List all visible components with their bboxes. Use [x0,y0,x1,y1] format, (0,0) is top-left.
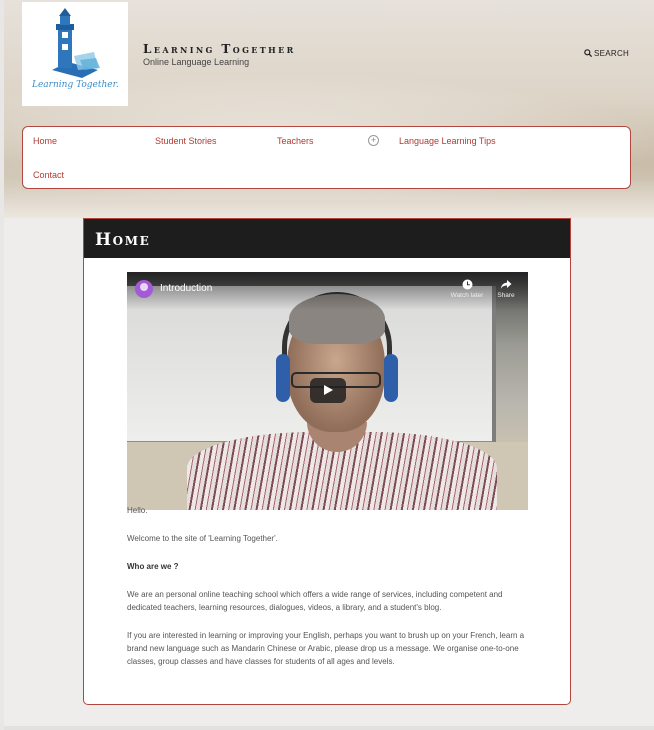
paragraph-about: We are an personal online teaching schoo… [127,590,503,612]
share-label: Share [497,292,515,299]
site-title[interactable]: Learning Together [143,42,296,56]
main-navigation: Home Student Stories Teachers + Language… [22,126,631,189]
watch-later-label: Watch later [450,292,484,299]
video-player[interactable]: Introduction Watch later Share [127,272,528,510]
paragraph-welcome: Welcome to the site of 'Learning Togethe… [127,534,278,543]
content-area: Home Introduction Watch later Share Hell… [83,218,571,705]
site-tagline: Online Language Learning [143,57,250,67]
headphones-left [276,354,290,402]
nav-item-student-stories[interactable]: Student Stories [155,136,217,146]
share-button[interactable]: Share [492,279,520,299]
nav-item-teachers[interactable]: Teachers [277,136,314,146]
channel-avatar-icon[interactable] [135,280,153,298]
nav-item-home[interactable]: Home [33,136,57,146]
heading-who-are-we: Who are we ? [127,562,179,571]
share-arrow-icon [500,280,512,289]
page-title-bar: Home [84,219,570,258]
video-title[interactable]: Introduction [160,283,212,294]
lighthouse-icon [52,8,100,78]
search-label: SEARCH [594,49,630,58]
headphones-right [384,354,398,402]
site-logo[interactable]: Learning Together. [22,2,128,106]
page-bottom-edge [4,726,654,730]
search-icon [584,49,593,58]
page-title: Home [95,230,151,250]
logo-text: Learning Together. [32,80,119,90]
clock-icon [462,279,472,290]
nav-item-contact[interactable]: Contact [33,170,64,180]
search-button[interactable]: SEARCH [584,49,629,58]
nav-item-language-learning-tips[interactable]: Language Learning Tips [399,136,496,146]
paragraph-hello: Hello. [127,506,148,515]
paragraph-classes: If you are interested in learning or imp… [127,631,525,666]
plus-circle-icon[interactable]: + [368,135,379,146]
play-button[interactable] [310,378,346,403]
watch-later-button[interactable]: Watch later [447,279,487,299]
